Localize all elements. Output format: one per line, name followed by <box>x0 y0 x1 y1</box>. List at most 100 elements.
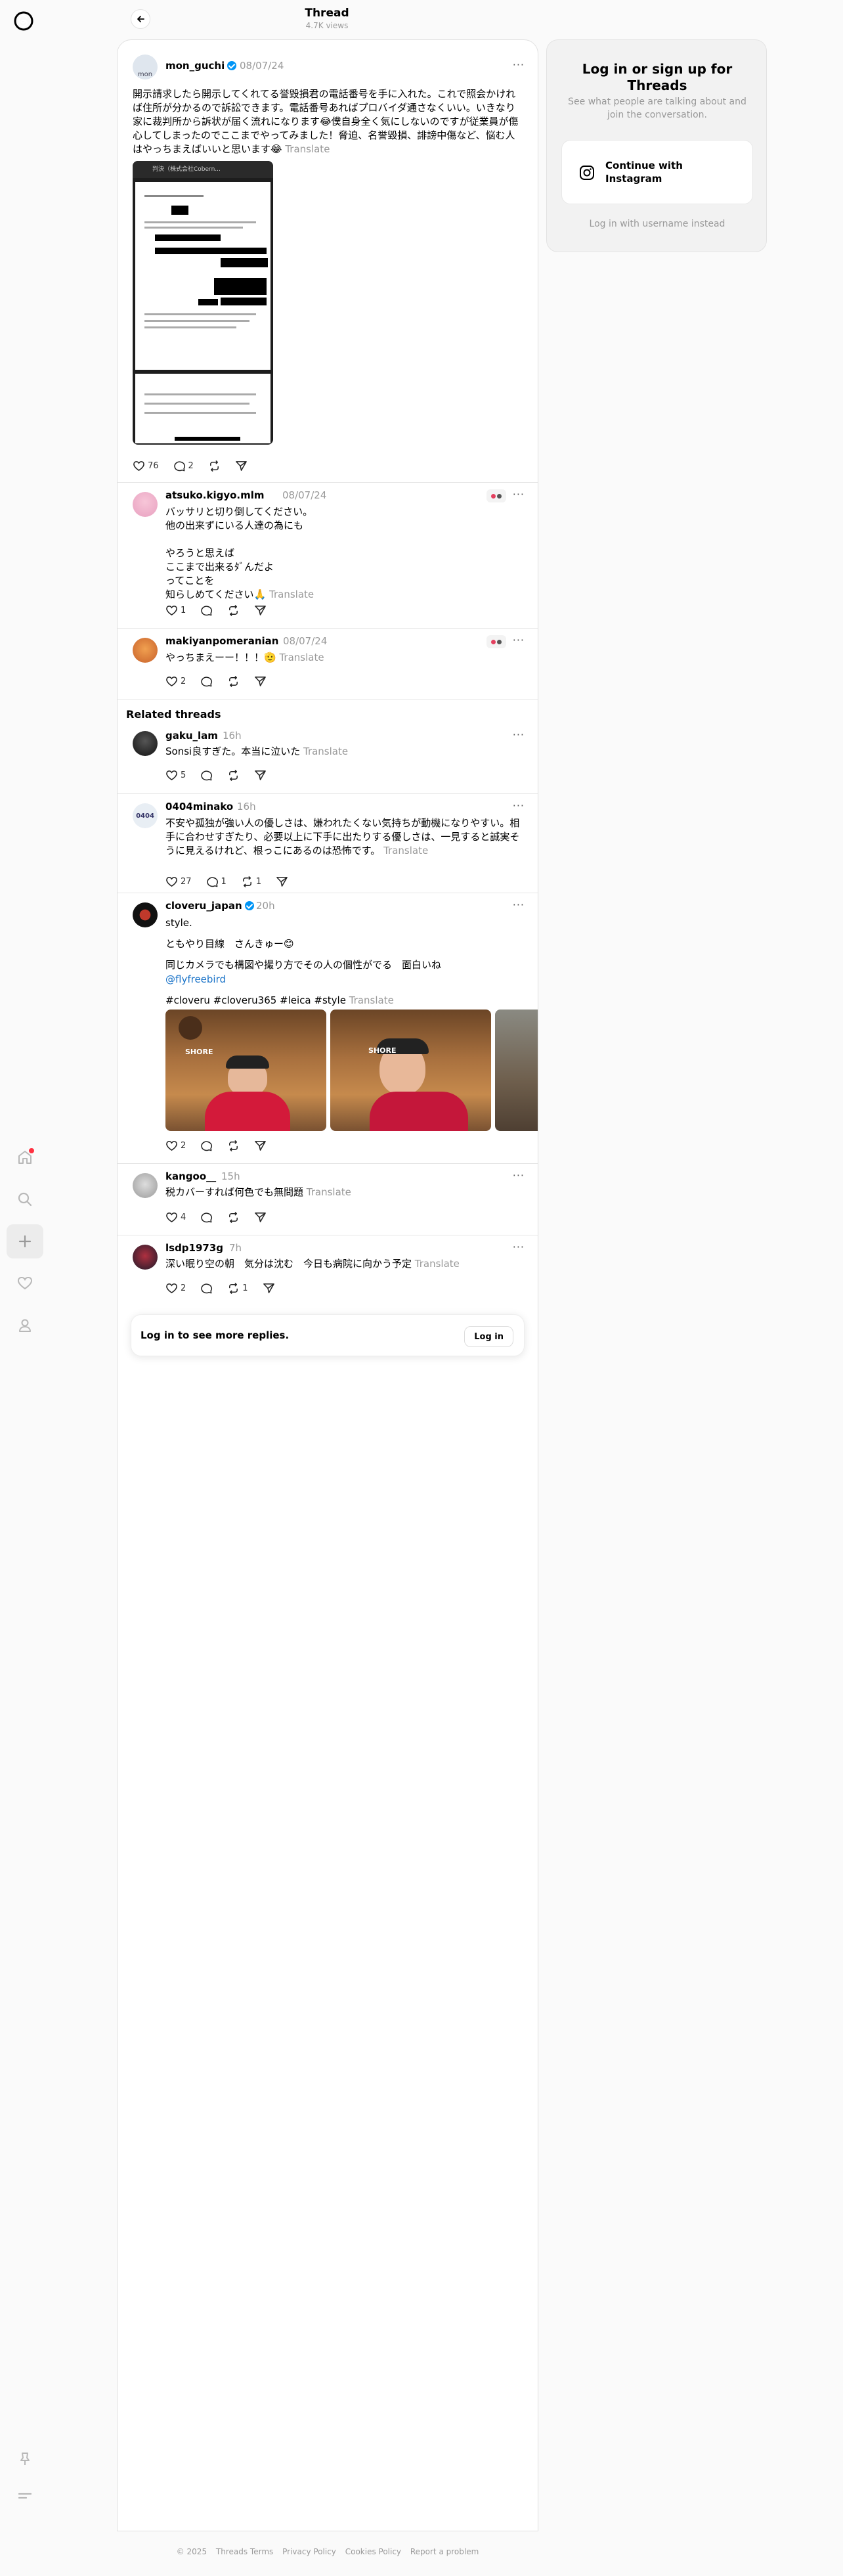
send-icon <box>255 770 267 780</box>
reply-username[interactable]: atsuko.kigyo.mlm <box>165 489 265 501</box>
share-button[interactable] <box>254 604 267 617</box>
more-options-icon[interactable]: ··· <box>513 634 525 646</box>
reply-button[interactable] <box>200 1140 213 1152</box>
repost-button[interactable]: 1 <box>241 876 261 888</box>
more-options-icon[interactable]: ··· <box>513 1241 525 1253</box>
repost-button[interactable] <box>227 769 240 782</box>
comment-icon <box>201 605 213 615</box>
more-options-icon[interactable]: ··· <box>513 58 525 71</box>
share-button[interactable] <box>263 1282 275 1295</box>
footer-terms-link[interactable]: Threads Terms <box>216 2547 273 2556</box>
carousel-photo[interactable]: SHORE <box>165 1010 326 1131</box>
heart-icon <box>166 1212 177 1222</box>
heart-icon <box>166 1283 177 1293</box>
comment-icon <box>201 770 213 780</box>
nav-activity-button[interactable] <box>7 1266 43 1300</box>
repost-button[interactable] <box>208 460 221 472</box>
reply-button[interactable]: 2 <box>173 460 194 472</box>
reply-button[interactable] <box>200 1282 213 1295</box>
reply-button[interactable] <box>200 604 213 617</box>
nav-search-button[interactable] <box>7 1182 43 1216</box>
login-button[interactable]: Log in <box>464 1326 513 1347</box>
repost-button[interactable] <box>227 1211 240 1224</box>
avatar[interactable]: mon <box>133 55 158 79</box>
like-button[interactable]: 4 <box>165 1211 186 1224</box>
repost-button[interactable] <box>227 604 240 617</box>
like-button[interactable]: 76 <box>133 460 159 472</box>
avatar[interactable]: 0404 <box>133 803 158 828</box>
profile-icon <box>19 1319 31 1332</box>
carousel-photo[interactable]: SHORE <box>330 1010 491 1131</box>
reply-button[interactable] <box>200 675 213 688</box>
translate-link[interactable]: Translate <box>415 1258 460 1270</box>
reply-button[interactable] <box>200 769 213 782</box>
nav-create-button[interactable] <box>7 1224 43 1258</box>
nav-home-button[interactable] <box>7 1140 43 1174</box>
more-options-icon[interactable]: ··· <box>513 1169 525 1182</box>
avatar[interactable] <box>133 1245 158 1270</box>
translate-link[interactable]: Translate <box>303 745 348 757</box>
threads-logo-icon[interactable] <box>12 9 35 33</box>
back-button[interactable] <box>131 9 150 29</box>
related-username[interactable]: kangoo__ <box>165 1170 216 1182</box>
more-options-icon[interactable]: ··· <box>513 728 525 741</box>
like-button[interactable]: 27 <box>165 876 192 888</box>
translate-link[interactable]: Translate <box>279 652 324 663</box>
avatar[interactable] <box>133 731 158 756</box>
comment-icon <box>201 1283 213 1293</box>
like-button[interactable]: 1 <box>165 604 186 617</box>
share-button[interactable] <box>235 460 248 472</box>
repost-icon <box>229 1282 238 1294</box>
continue-with-instagram-button[interactable]: Continue with Instagram <box>561 140 753 204</box>
more-options-icon[interactable]: ··· <box>513 799 525 812</box>
mention-link[interactable]: @flyfreebird <box>165 972 523 987</box>
repost-icon <box>242 876 251 887</box>
login-username-link[interactable]: Log in with username instead <box>560 219 754 229</box>
translate-link[interactable]: Translate <box>285 143 330 155</box>
reply-username[interactable]: makiyanpomeranian <box>165 635 278 647</box>
related-actions: 2 <box>165 1138 281 1153</box>
translate-link[interactable]: Translate <box>383 845 428 856</box>
avatar[interactable] <box>133 492 158 517</box>
share-button[interactable] <box>254 1211 267 1224</box>
carousel-photo[interactable] <box>495 1010 538 1131</box>
reply-button[interactable]: 1 <box>206 876 227 888</box>
footer-privacy-link[interactable]: Privacy Policy <box>282 2547 336 2556</box>
avatar[interactable] <box>133 1173 158 1198</box>
nav-pin-button[interactable] <box>7 2442 43 2476</box>
repost-button[interactable] <box>227 675 240 688</box>
footer-report-link[interactable]: Report a problem <box>410 2547 479 2556</box>
share-button[interactable] <box>254 769 267 782</box>
translate-link[interactable]: Translate <box>307 1186 351 1198</box>
related-username[interactable]: 0404minako <box>165 801 233 812</box>
comment-icon <box>201 1212 213 1222</box>
footer-cookies-link[interactable]: Cookies Policy <box>345 2547 401 2556</box>
related-username[interactable]: gaku_lam <box>165 730 218 742</box>
share-button[interactable] <box>254 675 267 688</box>
nav-menu-button[interactable] <box>7 2479 43 2513</box>
heart-icon <box>17 1276 33 1290</box>
more-options-icon[interactable]: ··· <box>513 899 525 911</box>
image-carousel[interactable]: SHORE SHORE <box>165 1010 538 1131</box>
reply-item: makiyanpomeranian 08/07/24 ··· やっちまえーー！！… <box>118 629 538 700</box>
repost-button[interactable]: 1 <box>227 1282 248 1295</box>
like-button[interactable]: 5 <box>165 769 186 782</box>
translate-link[interactable]: Translate <box>349 994 394 1006</box>
avatar[interactable] <box>133 902 158 927</box>
nav-profile-button[interactable] <box>7 1308 43 1343</box>
send-icon <box>255 1140 267 1151</box>
like-button[interactable]: 2 <box>165 675 186 688</box>
share-button[interactable] <box>254 1140 267 1152</box>
avatar[interactable] <box>133 638 158 663</box>
reply-button[interactable] <box>200 1211 213 1224</box>
related-thread: gaku_lam 16h ··· Sonsi良すぎた。本当に泣いた Transl… <box>118 723 538 786</box>
repost-button[interactable] <box>227 1140 240 1152</box>
more-options-icon[interactable]: ··· <box>513 488 525 500</box>
translate-link[interactable]: Translate <box>269 588 314 600</box>
related-username[interactable]: lsdp1973g <box>165 1242 223 1254</box>
like-button[interactable]: 2 <box>165 1140 186 1152</box>
share-button[interactable] <box>276 876 288 888</box>
post-attachment-image[interactable]: 判決（株式会社Cobern... <box>133 161 273 445</box>
like-button[interactable]: 2 <box>165 1282 186 1295</box>
menu-icon <box>18 2493 32 2499</box>
